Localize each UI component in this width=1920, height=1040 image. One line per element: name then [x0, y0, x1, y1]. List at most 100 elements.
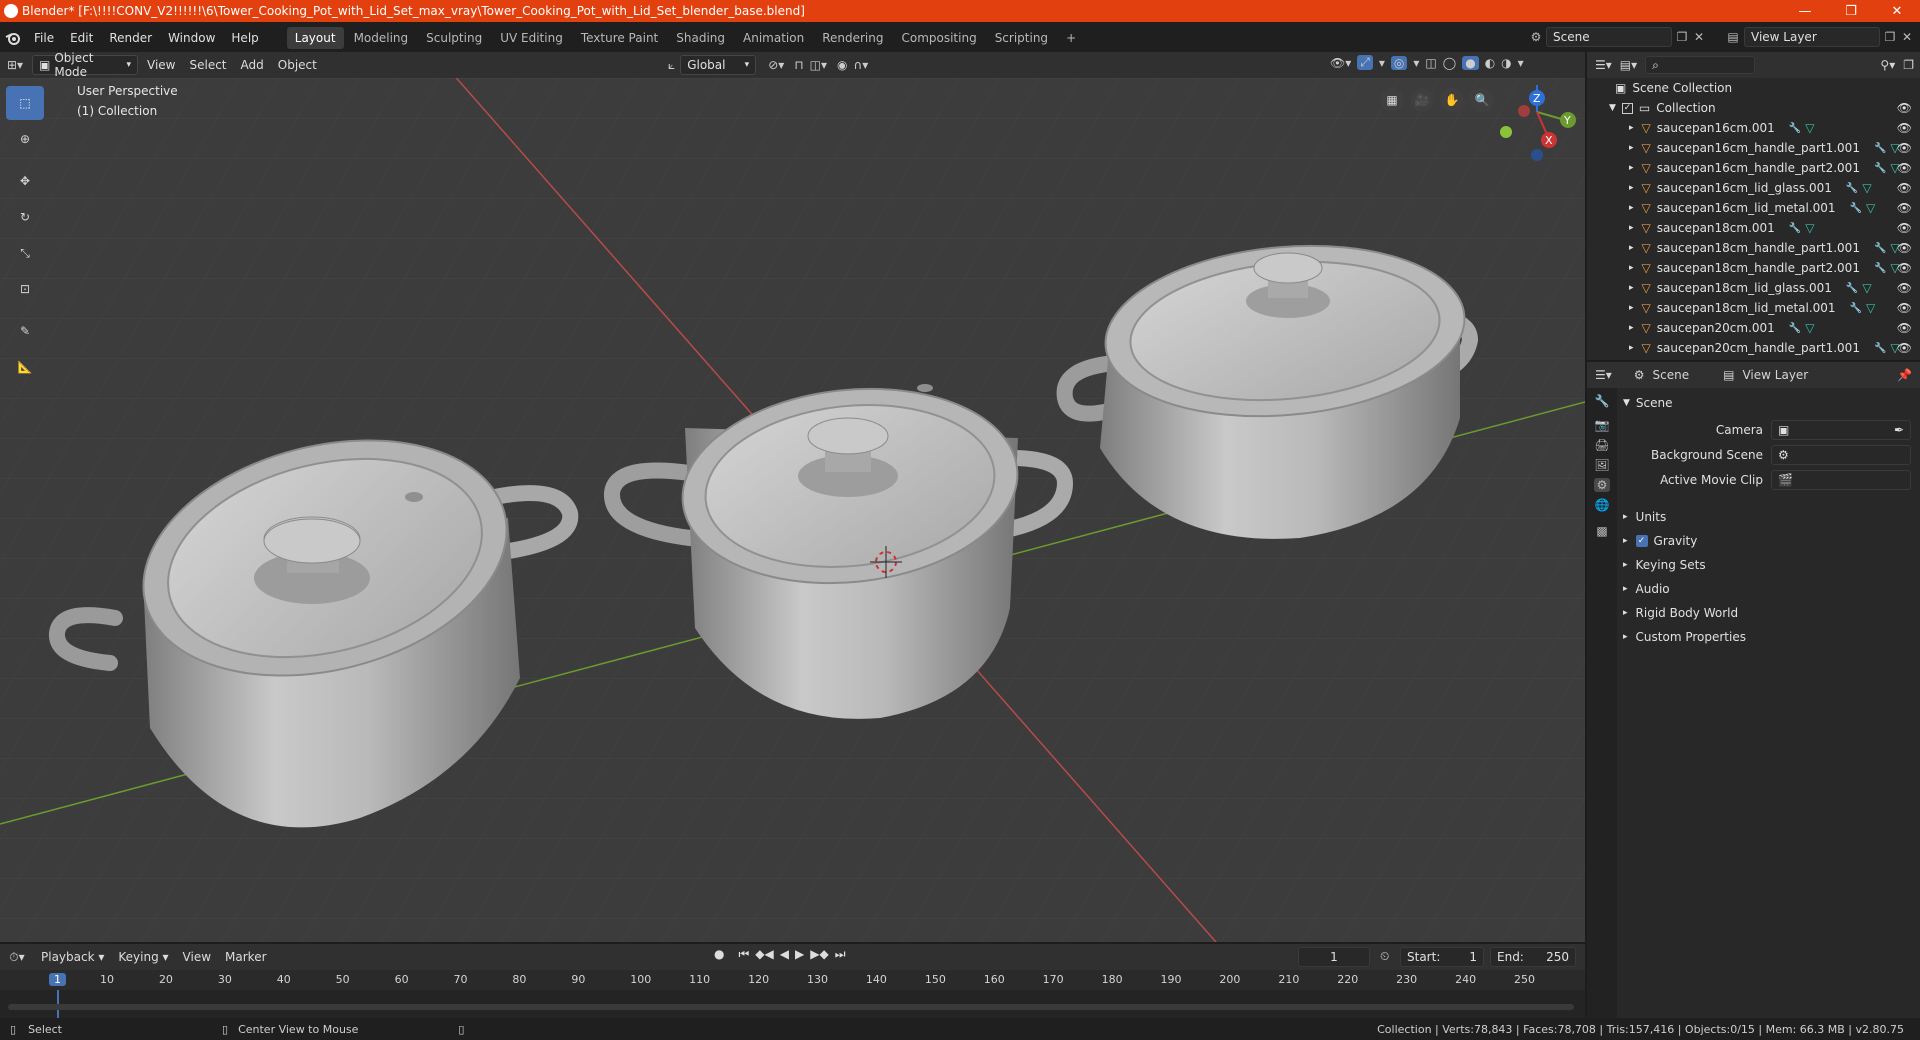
eye-visibility-icon[interactable]: 👁	[1897, 161, 1912, 175]
outliner-item[interactable]: ▸ ▽ saucepan20cm_handle_part1.001 🔧 ▽ 👁	[1587, 338, 1920, 358]
outliner-item[interactable]: ▸ ▽ saucepan16cm_handle_part1.001 🔧 ▽ 👁	[1587, 138, 1920, 158]
expand-arrow-icon[interactable]: ▸	[1629, 303, 1634, 313]
tab-animation[interactable]: Animation	[735, 27, 812, 49]
outliner-item[interactable]: ▸ ▽ saucepan18cm.001 🔧 ▽ 👁	[1587, 218, 1920, 238]
jump-keyframe-forward-icon[interactable]: ▶◆	[810, 947, 828, 962]
outliner-item[interactable]: ▸ ▽ saucepan18cm_lid_glass.001 🔧 ▽ 👁	[1587, 278, 1920, 298]
pan-hand-icon[interactable]: ✋	[1440, 88, 1464, 112]
expand-arrow-icon[interactable]: ▸	[1629, 223, 1634, 233]
timeline-editor-type-icon[interactable]: ⏱▾	[0, 950, 34, 965]
outliner-item[interactable]: ▸ ▽ saucepan16cm.001 🔧 ▽ 👁	[1587, 118, 1920, 138]
camera-view-icon[interactable]: 🎥	[1410, 88, 1434, 112]
menu-render[interactable]: Render	[101, 31, 160, 45]
new-collection-icon[interactable]: ❐	[1903, 58, 1914, 72]
outliner-scene-collection[interactable]: ▣ Scene Collection	[1587, 78, 1920, 98]
subpanel-header[interactable]: ▸ Custom Properties	[1623, 630, 1913, 644]
view-menu[interactable]: View	[140, 56, 182, 74]
eye-visibility-icon[interactable]: 👁	[1897, 181, 1912, 195]
minimize-button[interactable]: —	[1782, 0, 1828, 22]
outliner-item[interactable]: ▸ ▽ saucepan16cm_lid_metal.001 🔧 ▽ 👁	[1587, 198, 1920, 218]
camera-field[interactable]: ▣ ✒	[1771, 420, 1911, 440]
tool-tab-icon[interactable]: 🔧	[1595, 394, 1610, 408]
eye-visibility-icon[interactable]: 👁	[1897, 261, 1912, 275]
scene-selector[interactable]: Scene	[1546, 27, 1672, 47]
expand-arrow-icon[interactable]: ▸	[1629, 283, 1634, 293]
eye-visibility-icon[interactable]: 👁	[1897, 281, 1912, 295]
tab-scripting[interactable]: Scripting	[987, 27, 1056, 49]
jump-keyframe-back-icon[interactable]: ◆◀	[755, 947, 773, 962]
properties-editor-type-icon[interactable]: ☰▾	[1595, 368, 1612, 382]
overlay-dropdown-icon[interactable]: ▾	[1413, 56, 1419, 70]
menu-window[interactable]: Window	[160, 31, 223, 45]
modifier-wrench-icon[interactable]: 🔧	[1874, 343, 1886, 354]
active-movie-clip-field[interactable]: 🎬	[1771, 470, 1911, 490]
view-layer-tab-icon[interactable]: 🖼	[1594, 458, 1609, 472]
outliner-item[interactable]: ▸ ▽ saucepan16cm_handle_part2.001 🔧 ▽ 👁	[1587, 158, 1920, 178]
outliner-item[interactable]: ▸ ▽ saucepan18cm_lid_metal.001 🔧 ▽ 👁	[1587, 298, 1920, 318]
tab-rendering[interactable]: Rendering	[814, 27, 891, 49]
gravity-checkbox[interactable]: ✓	[1635, 535, 1648, 547]
expand-arrow-icon[interactable]: ▸	[1629, 143, 1634, 153]
background-scene-field[interactable]: ⚙	[1771, 445, 1911, 465]
expand-arrow-icon[interactable]: ▸	[1629, 123, 1634, 133]
eyedropper-icon[interactable]: ✒	[1894, 423, 1904, 437]
proportional-edit-icon[interactable]: ◉	[837, 58, 847, 72]
scale-tool[interactable]: ⤡	[6, 236, 44, 270]
current-frame-field[interactable]: 1	[1298, 947, 1370, 967]
rendered-shading-icon[interactable]: ◑	[1501, 56, 1511, 70]
snap-icon[interactable]: ⊓	[794, 58, 803, 72]
expand-arrow-icon[interactable]: ▸	[1629, 183, 1634, 193]
display-mode-icon[interactable]: ▤▾	[1620, 58, 1637, 72]
play-icon[interactable]: ▶	[795, 947, 804, 962]
texture-tab-icon[interactable]: ▩	[1596, 524, 1607, 538]
modifier-wrench-icon[interactable]: 🔧	[1789, 223, 1801, 234]
collection-checkbox[interactable]: ✓	[1621, 102, 1633, 114]
outliner-item[interactable]: ▸ ▽ saucepan18cm_handle_part2.001 🔧 ▽ 👁	[1587, 258, 1920, 278]
filter-icon[interactable]: ⚲▾	[1880, 58, 1895, 72]
editor-type-icon[interactable]: ⊞▾	[0, 58, 30, 72]
maximize-button[interactable]: ❐	[1828, 0, 1874, 22]
world-tab-icon[interactable]: 🌐	[1595, 498, 1610, 512]
subpanel-header[interactable]: ▸ ✓ Gravity	[1623, 534, 1913, 548]
eye-visibility-icon[interactable]: 👁	[1897, 341, 1912, 355]
modifier-wrench-icon[interactable]: 🔧	[1846, 283, 1858, 294]
modifier-wrench-icon[interactable]: 🔧	[1874, 143, 1886, 154]
modifier-wrench-icon[interactable]: 🔧	[1789, 323, 1801, 334]
select-box-tool[interactable]: ⬚	[6, 86, 44, 120]
scene-panel-header[interactable]: ▼ Scene	[1623, 396, 1913, 410]
material-shading-icon[interactable]: ◐	[1485, 56, 1495, 70]
output-tab-icon[interactable]: 🖨	[1594, 438, 1609, 452]
viewport-scene[interactable]: Z Y X	[0, 78, 1585, 942]
modifier-wrench-icon[interactable]: 🔧	[1846, 183, 1858, 194]
scene-icon[interactable]: ⚙	[1526, 30, 1546, 44]
menu-help[interactable]: Help	[223, 31, 266, 45]
menu-file[interactable]: File	[26, 31, 62, 45]
tab-sculpting[interactable]: Sculpting	[418, 27, 490, 49]
perspective-toggle-icon[interactable]: ▦	[1380, 88, 1404, 112]
subpanel-header[interactable]: ▸ Units	[1623, 510, 1913, 524]
new-scene-icon[interactable]: ❐	[1672, 30, 1692, 44]
tab-layout[interactable]: Layout	[286, 27, 344, 49]
subpanel-header[interactable]: ▸ Audio	[1623, 582, 1913, 596]
transform-orientation-selector[interactable]: Global ▾	[680, 55, 757, 75]
mesh-data-icon[interactable]: ▽	[1866, 301, 1875, 315]
3d-viewport[interactable]: Z Y X ▦ 🎥 ✋ 🔍 User Perspective (1) Colle…	[0, 78, 1585, 942]
timeline-scrollbar[interactable]	[8, 1004, 1574, 1010]
outliner-collection[interactable]: ▼ ✓ ▭ Collection 👁	[1587, 98, 1920, 118]
tab-texture-paint[interactable]: Texture Paint	[573, 27, 666, 49]
shading-dropdown-icon[interactable]: ▾	[1518, 56, 1524, 70]
move-tool[interactable]: ✥	[6, 164, 44, 198]
playback-menu[interactable]: Playback ▾	[34, 948, 111, 966]
subpanel-header[interactable]: ▸ Keying Sets	[1623, 558, 1913, 572]
gizmo-toggle-icon[interactable]: ⤢	[1357, 55, 1373, 70]
preview-range-icon[interactable]: ⏲	[1380, 949, 1389, 964]
tab-uv-editing[interactable]: UV Editing	[492, 27, 571, 49]
mesh-data-icon[interactable]: ▽	[1805, 321, 1814, 335]
solid-shading-icon[interactable]: ●	[1462, 55, 1479, 70]
tab-modeling[interactable]: Modeling	[346, 27, 417, 49]
mesh-data-icon[interactable]: ▽	[1805, 121, 1814, 135]
snap-target-icon[interactable]: ◫▾	[810, 58, 827, 72]
expand-arrow-icon[interactable]: ▸	[1629, 243, 1634, 253]
expand-arrow-icon[interactable]: ▸	[1629, 263, 1634, 273]
expand-arrow-icon[interactable]: ▸	[1629, 323, 1634, 333]
